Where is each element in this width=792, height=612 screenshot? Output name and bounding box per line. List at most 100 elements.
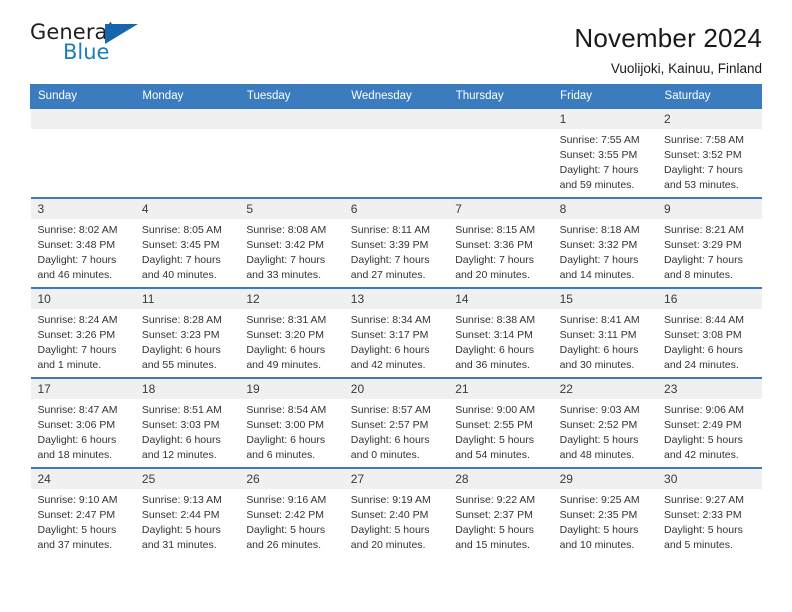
day-cell[interactable]: 21 Sunrise: 9:00 AM Sunset: 2:55 PM Dayligh… [448, 377, 553, 468]
day-sunrise-text: Sunrise: 9:19 AM [350, 494, 431, 507]
day-details: Sunrise: 9:10 AM Sunset: 2:47 PM Daylight:… [31, 489, 135, 553]
day-cell[interactable]: 2 Sunrise: 7:58 AM Sunset: 3:52 PM Daylight… [657, 107, 762, 198]
day-cell[interactable]: 30 Sunrise: 9:27 AM Sunset: 2:33 PM Dayligh… [657, 467, 762, 558]
weekday-header-tuesday: Tuesday [238, 84, 345, 109]
day-details: Sunrise: 8:47 AM Sunset: 3:06 PM Daylight:… [31, 399, 135, 463]
day-sunrise-text: Sunrise: 8:47 AM [37, 404, 118, 417]
day-cell[interactable]: 6 Sunrise: 8:11 AM Sunset: 3:39 PM Daylight… [343, 197, 449, 288]
day-cell[interactable]: 17 Sunrise: 8:47 AM Sunset: 3:06 PM Dayligh… [30, 377, 135, 468]
day-cell[interactable]: 20 Sunrise: 8:57 AM Sunset: 2:57 PM Dayligh… [343, 377, 449, 468]
day-daylight2-text: and 12 minutes. [141, 449, 217, 462]
day-details: Sunrise: 8:24 AM Sunset: 3:26 PM Daylight:… [31, 309, 135, 373]
day-cell[interactable]: 28 Sunrise: 9:22 AM Sunset: 2:37 PM Dayligh… [448, 467, 553, 558]
logo-text-blue: Blue [63, 40, 110, 64]
day-details: Sunrise: 8:21 AM Sunset: 3:29 PM Daylight:… [657, 219, 761, 283]
day-cell[interactable]: 14 Sunrise: 8:38 AM Sunset: 3:14 PM Dayligh… [448, 287, 553, 378]
day-cell[interactable]: 26 Sunrise: 9:16 AM Sunset: 2:42 PM Dayligh… [239, 467, 344, 558]
calendar-header-row: Sunday Monday Tuesday Wednesday Thursday Frid… [29, 84, 763, 109]
day-daylight1-text: Daylight: 7 hours [37, 344, 117, 357]
day-cell[interactable]: 22 Sunrise: 9:03 AM Sunset: 2:52 PM Dayligh… [552, 377, 658, 468]
day-details: Sunrise: 9:03 AM Sunset: 2:52 PM Daylight:… [553, 399, 657, 463]
weekday-header-monday: Monday [134, 84, 240, 109]
day-cell[interactable]: 1 Sunrise: 7:55 AM Sunset: 3:55 PM Daylight… [552, 107, 658, 198]
day-number: 30 [657, 469, 762, 490]
day-daylight2-text: and 31 minutes. [141, 539, 217, 552]
calendar-week-row: 17 Sunrise: 8:47 AM Sunset: 3:06 PM Dayligh… [30, 377, 762, 468]
day-cell-empty [30, 107, 135, 198]
day-daylight1-text: Daylight: 5 hours [455, 434, 534, 447]
day-cell[interactable]: 16 Sunrise: 8:44 AM Sunset: 3:08 PM Dayligh… [657, 287, 762, 378]
day-number: 13 [343, 289, 449, 310]
day-daylight2-text: and 6 minutes. [246, 449, 316, 462]
day-daylight1-text: Daylight: 6 hours [350, 344, 430, 357]
day-cell[interactable]: 24 Sunrise: 9:10 AM Sunset: 2:47 PM Dayligh… [30, 467, 135, 558]
day-cell[interactable]: 4 Sunrise: 8:05 AM Sunset: 3:45 PM Daylight… [134, 197, 240, 288]
day-cell[interactable]: 23 Sunrise: 9:06 AM Sunset: 2:49 PM Dayligh… [657, 377, 762, 468]
page-header: General Blue November 2024 Vuolijoki, Ka… [30, 0, 762, 76]
day-details: Sunrise: 8:51 AM Sunset: 3:03 PM Daylight:… [135, 399, 239, 463]
day-sunset-text: Sunset: 3:17 PM [350, 329, 429, 342]
day-daylight1-text: Daylight: 7 hours [559, 164, 639, 177]
day-sunset-text: Sunset: 3:23 PM [141, 329, 220, 342]
day-cell-empty [343, 107, 449, 198]
day-sunset-text: Sunset: 3:42 PM [246, 239, 324, 252]
day-sunrise-text: Sunrise: 8:05 AM [141, 224, 222, 237]
day-sunrise-text: Sunrise: 8:54 AM [246, 404, 327, 417]
day-cell[interactable]: 11 Sunrise: 8:28 AM Sunset: 3:23 PM Dayligh… [134, 287, 240, 378]
day-number [239, 109, 344, 130]
day-cell[interactable]: 5 Sunrise: 8:08 AM Sunset: 3:42 PM Daylight… [239, 197, 344, 288]
brand-logo[interactable]: General Blue [30, 22, 150, 74]
day-daylight1-text: Daylight: 5 hours [559, 434, 639, 447]
day-number: 5 [239, 199, 344, 220]
day-number: 8 [552, 199, 658, 220]
day-details: Sunrise: 9:19 AM Sunset: 2:40 PM Daylight:… [344, 489, 448, 553]
day-cell[interactable]: 29 Sunrise: 9:25 AM Sunset: 2:35 PM Dayligh… [552, 467, 658, 558]
day-sunrise-text: Sunrise: 9:16 AM [246, 494, 327, 507]
day-cell[interactable]: 13 Sunrise: 8:34 AM Sunset: 3:17 PM Dayligh… [343, 287, 449, 378]
day-cell-empty [239, 107, 344, 198]
day-cell[interactable]: 25 Sunrise: 9:13 AM Sunset: 2:44 PM Dayligh… [134, 467, 240, 558]
day-daylight2-text: and 8 minutes. [664, 269, 733, 282]
weekday-header-friday: Friday [552, 84, 658, 109]
day-daylight2-text: and 26 minutes. [246, 539, 322, 552]
day-sunset-text: Sunset: 3:39 PM [350, 239, 429, 252]
day-cell[interactable]: 18 Sunrise: 8:51 AM Sunset: 3:03 PM Dayligh… [134, 377, 240, 468]
day-daylight1-text: Daylight: 6 hours [455, 344, 534, 357]
day-sunset-text: Sunset: 3:11 PM [559, 329, 637, 342]
day-daylight2-text: and 18 minutes. [37, 449, 113, 462]
day-cell[interactable]: 7 Sunrise: 8:15 AM Sunset: 3:36 PM Daylight… [448, 197, 553, 288]
day-sunrise-text: Sunrise: 8:57 AM [350, 404, 431, 417]
day-sunset-text: Sunset: 2:47 PM [37, 509, 116, 522]
day-cell[interactable]: 15 Sunrise: 8:41 AM Sunset: 3:11 PM Dayligh… [552, 287, 658, 378]
day-daylight1-text: Daylight: 6 hours [141, 344, 221, 357]
day-cell[interactable]: 8 Sunrise: 8:18 AM Sunset: 3:32 PM Daylight… [552, 197, 658, 288]
day-cell[interactable]: 19 Sunrise: 8:54 AM Sunset: 3:00 PM Dayligh… [239, 377, 344, 468]
title-block: November 2024 Vuolijoki, Kainuu, Finland [574, 22, 762, 76]
day-sunset-text: Sunset: 3:14 PM [455, 329, 533, 342]
day-details: Sunrise: 8:11 AM Sunset: 3:39 PM Daylight:… [344, 219, 448, 283]
day-details: Sunrise: 8:41 AM Sunset: 3:11 PM Daylight:… [553, 309, 657, 373]
day-cell[interactable]: 9 Sunrise: 8:21 AM Sunset: 3:29 PM Daylight… [657, 197, 762, 288]
day-cell[interactable]: 27 Sunrise: 9:19 AM Sunset: 2:40 PM Dayligh… [343, 467, 449, 558]
weekday-header-sunday: Sunday [29, 84, 136, 109]
day-daylight2-text: and 40 minutes. [141, 269, 217, 282]
day-number: 16 [657, 289, 762, 310]
day-number: 6 [343, 199, 449, 220]
day-sunset-text: Sunset: 2:40 PM [350, 509, 429, 522]
day-number: 10 [30, 289, 135, 310]
day-cell[interactable]: 12 Sunrise: 8:31 AM Sunset: 3:20 PM Dayligh… [239, 287, 344, 378]
day-daylight1-text: Daylight: 6 hours [141, 434, 221, 447]
day-number: 18 [134, 379, 240, 400]
day-details: Sunrise: 9:16 AM Sunset: 2:42 PM Daylight:… [239, 489, 343, 553]
day-cell[interactable]: 10 Sunrise: 8:24 AM Sunset: 3:26 PM Dayligh… [30, 287, 135, 378]
day-number: 28 [448, 469, 553, 490]
day-daylight2-text: and 14 minutes. [559, 269, 635, 282]
weekday-header-thursday: Thursday [447, 84, 554, 109]
day-sunrise-text: Sunrise: 7:58 AM [664, 134, 744, 147]
day-cell[interactable]: 3 Sunrise: 8:02 AM Sunset: 3:48 PM Daylight… [30, 197, 135, 288]
day-sunset-text: Sunset: 3:45 PM [141, 239, 220, 252]
day-number: 4 [134, 199, 240, 220]
day-number: 9 [657, 199, 762, 220]
calendar-week-row: 10 Sunrise: 8:24 AM Sunset: 3:26 PM Dayligh… [30, 287, 762, 378]
day-daylight1-text: Daylight: 7 hours [141, 254, 221, 267]
